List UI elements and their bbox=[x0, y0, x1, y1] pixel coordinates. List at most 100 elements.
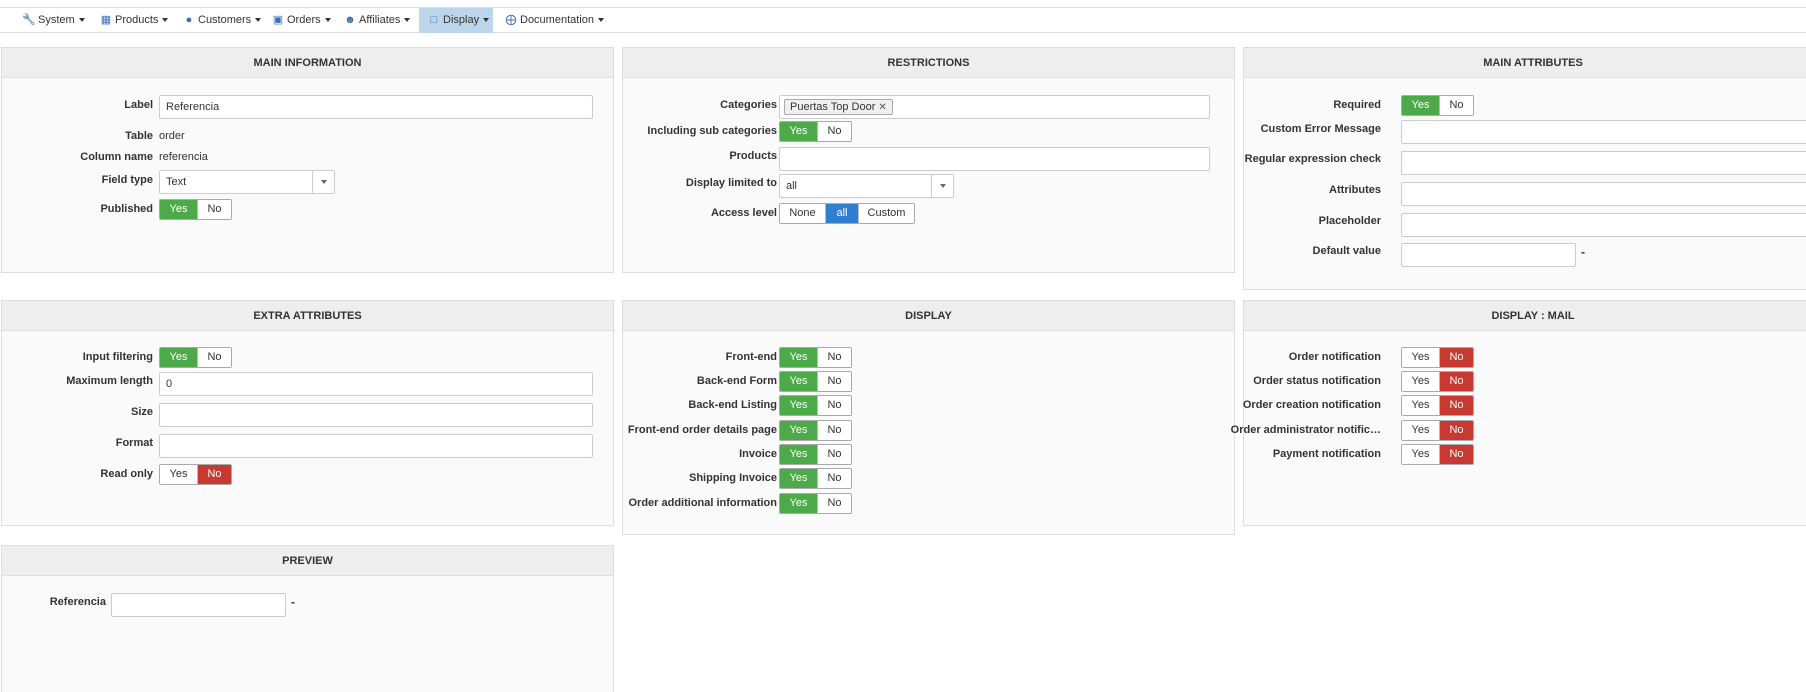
credit-card-icon: ▣ bbox=[272, 14, 284, 26]
back-end-form-toggle[interactable]: Yes No bbox=[779, 371, 852, 392]
order-status-yes[interactable]: Yes bbox=[1402, 372, 1439, 391]
nav-products-label: Products bbox=[115, 14, 159, 26]
published-no[interactable]: No bbox=[197, 200, 231, 219]
nav-documentation[interactable]: ⨁ Documentation bbox=[496, 8, 604, 33]
invoice-no[interactable]: No bbox=[817, 445, 851, 464]
order-creation-yes[interactable]: Yes bbox=[1402, 396, 1439, 415]
input-filtering-yes[interactable]: Yes bbox=[160, 348, 197, 367]
invoice-yes[interactable]: Yes bbox=[780, 445, 817, 464]
order-status-no[interactable]: No bbox=[1439, 372, 1473, 391]
order-admin-no[interactable]: No bbox=[1439, 421, 1473, 440]
order-details-toggle[interactable]: Yes No bbox=[779, 420, 852, 441]
close-icon[interactable]: ✕ bbox=[878, 102, 886, 113]
label-input[interactable]: Referencia bbox=[159, 95, 593, 119]
payment-notification-yes[interactable]: Yes bbox=[1402, 445, 1439, 464]
products-input[interactable] bbox=[779, 147, 1210, 171]
nav-documentation-label: Documentation bbox=[520, 14, 594, 26]
published-yes[interactable]: Yes bbox=[160, 200, 197, 219]
categories-input[interactable]: Puertas Top Door ✕ bbox=[779, 95, 1210, 119]
nav-products[interactable]: ▦ Products bbox=[91, 8, 169, 33]
custom-error-label: Custom Error Message bbox=[1260, 123, 1381, 135]
order-creation-toggle[interactable]: Yes No bbox=[1401, 395, 1474, 416]
panel-title: EXTRA ATTRIBUTES bbox=[2, 301, 613, 331]
back-end-listing-no[interactable]: No bbox=[817, 396, 851, 415]
nav-system[interactable]: 🔧 System bbox=[14, 8, 85, 33]
lifebuoy-icon: ⨁ bbox=[505, 14, 517, 26]
mail-row-label: Payment notification bbox=[1272, 448, 1381, 460]
required-toggle[interactable]: Yes No bbox=[1401, 95, 1474, 116]
payment-notification-toggle[interactable]: Yes No bbox=[1401, 444, 1474, 465]
dash: - bbox=[291, 595, 295, 609]
display-mail-panel: DISPLAY : MAIL Order notification Yes No… bbox=[1231, 300, 1806, 526]
input-filtering-toggle[interactable]: Yes No bbox=[159, 347, 232, 368]
input-filtering-no[interactable]: No bbox=[197, 348, 231, 367]
placeholder-label: Placeholder bbox=[1318, 215, 1381, 227]
default-value-input[interactable] bbox=[1401, 243, 1576, 267]
max-length-input[interactable]: 0 bbox=[159, 372, 593, 396]
users-icon: ☻ bbox=[344, 14, 356, 26]
display-limited-select[interactable]: all bbox=[779, 174, 954, 198]
access-none[interactable]: None bbox=[780, 204, 825, 223]
payment-notification-no[interactable]: No bbox=[1439, 445, 1473, 464]
invoice-toggle[interactable]: Yes No bbox=[779, 444, 852, 465]
read-only-toggle[interactable]: Yes No bbox=[159, 464, 232, 485]
front-end-toggle[interactable]: Yes No bbox=[779, 347, 852, 368]
preview-field-input[interactable] bbox=[111, 593, 286, 617]
published-toggle[interactable]: Yes No bbox=[159, 199, 232, 220]
order-admin-yes[interactable]: Yes bbox=[1402, 421, 1439, 440]
order-admin-toggle[interactable]: Yes No bbox=[1401, 420, 1474, 441]
read-only-yes[interactable]: Yes bbox=[160, 465, 197, 484]
restrictions-panel: RESTRICTIONS Categories Puertas Top Door… bbox=[622, 47, 1235, 273]
nav-display[interactable]: □ Display bbox=[419, 8, 493, 33]
nav-affiliates[interactable]: ☻ Affiliates bbox=[335, 8, 411, 33]
access-level-label: Access level bbox=[710, 207, 777, 219]
front-end-no[interactable]: No bbox=[817, 348, 851, 367]
back-end-form-yes[interactable]: Yes bbox=[780, 372, 817, 391]
shipping-invoice-toggle[interactable]: Yes No bbox=[779, 468, 852, 489]
order-notification-yes[interactable]: Yes bbox=[1402, 348, 1439, 367]
order-details-yes[interactable]: Yes bbox=[780, 421, 817, 440]
attributes-input[interactable] bbox=[1401, 182, 1806, 206]
display-panel: DISPLAY Front-end Yes No Back-end Form Y… bbox=[622, 300, 1235, 535]
order-details-no[interactable]: No bbox=[817, 421, 851, 440]
order-status-toggle[interactable]: Yes No bbox=[1401, 371, 1474, 392]
field-type-select[interactable]: Text bbox=[159, 170, 335, 194]
read-only-no[interactable]: No bbox=[197, 465, 231, 484]
column-name-value: referencia bbox=[159, 151, 208, 163]
size-input[interactable] bbox=[159, 403, 593, 427]
access-custom[interactable]: Custom bbox=[858, 204, 914, 223]
order-notification-no[interactable]: No bbox=[1439, 348, 1473, 367]
regex-input[interactable] bbox=[1401, 151, 1806, 175]
order-notification-toggle[interactable]: Yes No bbox=[1401, 347, 1474, 368]
nav-orders[interactable]: ▣ Orders bbox=[263, 8, 331, 33]
category-tag-label: Puertas Top Door bbox=[790, 101, 876, 113]
panel-title: RESTRICTIONS bbox=[623, 48, 1234, 78]
nav-customers[interactable]: ● Customers bbox=[174, 8, 262, 33]
order-creation-no[interactable]: No bbox=[1439, 396, 1473, 415]
back-end-form-no[interactable]: No bbox=[817, 372, 851, 391]
sub-categories-yes[interactable]: Yes bbox=[780, 122, 817, 141]
access-all[interactable]: all bbox=[825, 204, 858, 223]
top-navbar: 🔧 System ▦ Products ● Customers ▣ Orders ☻ Af… bbox=[0, 7, 1806, 33]
shipping-invoice-no[interactable]: No bbox=[817, 469, 851, 488]
categories-label: Categories bbox=[720, 99, 777, 111]
display-row-label: Order additional information bbox=[628, 497, 777, 509]
access-level-toggle[interactable]: None all Custom bbox=[779, 203, 915, 224]
back-end-listing-yes[interactable]: Yes bbox=[780, 396, 817, 415]
panel-title: DISPLAY : MAIL bbox=[1244, 301, 1806, 331]
sub-categories-no[interactable]: No bbox=[817, 122, 851, 141]
sub-categories-toggle[interactable]: Yes No bbox=[779, 121, 852, 142]
format-input[interactable] bbox=[159, 434, 593, 458]
cubes-icon: ▦ bbox=[100, 14, 112, 26]
additional-info-no[interactable]: No bbox=[817, 494, 851, 513]
additional-info-yes[interactable]: Yes bbox=[780, 494, 817, 513]
label-label: Label bbox=[124, 99, 153, 111]
additional-info-toggle[interactable]: Yes No bbox=[779, 493, 852, 514]
front-end-yes[interactable]: Yes bbox=[780, 348, 817, 367]
custom-error-input[interactable] bbox=[1401, 120, 1806, 144]
required-yes[interactable]: Yes bbox=[1402, 96, 1439, 115]
back-end-listing-toggle[interactable]: Yes No bbox=[779, 395, 852, 416]
required-no[interactable]: No bbox=[1439, 96, 1473, 115]
shipping-invoice-yes[interactable]: Yes bbox=[780, 469, 817, 488]
placeholder-input[interactable] bbox=[1401, 213, 1806, 237]
